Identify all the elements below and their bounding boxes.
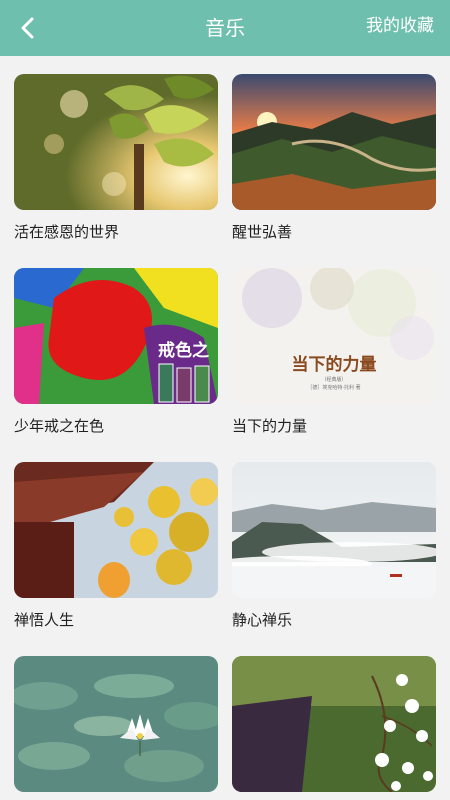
album-thumbnail	[14, 462, 218, 598]
cover-author: ［德］埃克哈特·托利 著	[307, 385, 361, 391]
album-card[interactable]: 戒色之 少年戒之在色	[14, 268, 218, 436]
album-thumbnail: 当下的力量 （经典版） ［德］埃克哈特·托利 著	[232, 268, 436, 404]
album-title: 活在感恩的世界	[14, 223, 120, 241]
cover-subtitle: （经典版）	[321, 377, 347, 383]
album-thumbnail	[232, 74, 436, 210]
album-title: 静心禅乐	[232, 611, 293, 629]
album-thumbnail	[14, 74, 218, 210]
album-grid: 活在感恩的世界 醒世弘善 戒色之 少年戒之在色 当下的力量 （经典版） ［德］埃…	[0, 56, 450, 800]
album-card[interactable]: 活在感恩的世界	[14, 74, 218, 242]
album-card[interactable]	[232, 656, 436, 800]
album-card[interactable]: 禅悟人生	[14, 462, 218, 630]
album-title: 少年戒之在色	[14, 417, 105, 435]
album-thumbnail	[232, 656, 436, 792]
album-title: 醒世弘善	[232, 223, 293, 241]
cover-text: 戒色之	[158, 341, 209, 361]
album-thumbnail	[232, 462, 436, 598]
album-card[interactable]: 静心禅乐	[232, 462, 436, 630]
top-app-bar: 音乐 我的收藏	[0, 0, 450, 56]
cover-text: 当下的力量	[291, 355, 377, 375]
album-thumbnail: 戒色之	[14, 268, 218, 404]
my-favorites-link[interactable]: 我的收藏	[366, 0, 434, 56]
back-button[interactable]	[8, 8, 48, 48]
album-title: 禅悟人生	[14, 611, 75, 629]
album-card[interactable]: 当下的力量 （经典版） ［德］埃克哈特·托利 著 当下的力量	[232, 268, 436, 436]
album-card[interactable]: 醒世弘善	[232, 74, 436, 242]
chevron-left-icon	[21, 17, 34, 39]
album-card[interactable]	[14, 656, 218, 800]
album-title: 当下的力量	[232, 417, 308, 435]
album-thumbnail	[14, 656, 218, 792]
